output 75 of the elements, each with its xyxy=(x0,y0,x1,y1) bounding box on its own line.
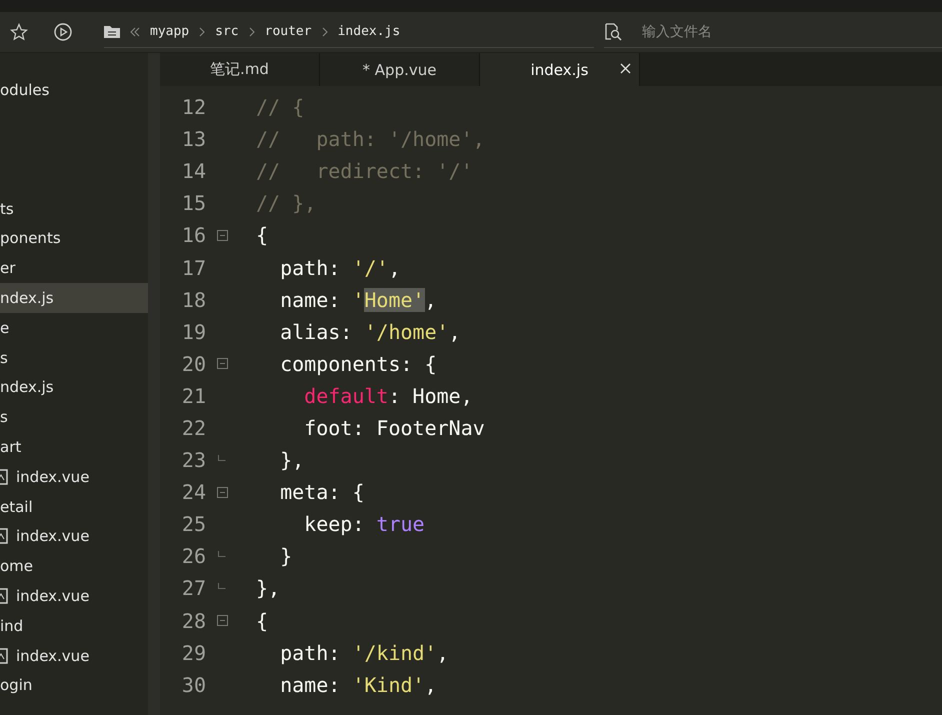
line-number: 14 xyxy=(180,159,206,184)
code-line: name: 'Home', xyxy=(279,288,437,312)
fold-toggle-icon[interactable] xyxy=(216,358,228,370)
line-number: 24 xyxy=(180,480,206,504)
play-icon[interactable] xyxy=(54,23,72,41)
breadcrumb-item[interactable]: index.js xyxy=(338,24,400,39)
chevron-icon xyxy=(199,26,206,36)
line-number: 20 xyxy=(180,352,206,376)
close-icon[interactable] xyxy=(620,63,631,74)
line-number: 18 xyxy=(180,288,206,312)
breadcrumb-item[interactable]: src xyxy=(215,24,239,39)
file-tree-item[interactable]: art xyxy=(0,432,148,462)
file-tree-item[interactable]: s xyxy=(0,402,148,432)
file-tree-item[interactable]: index.vue xyxy=(0,640,148,671)
file-tree-item[interactable]: e xyxy=(0,312,148,343)
code-line: alias: '/home', xyxy=(279,320,461,344)
file-tree-item[interactable]: index.vue xyxy=(0,522,148,552)
line-number: 29 xyxy=(180,640,206,665)
breadcrumb-item[interactable]: myapp xyxy=(150,24,190,39)
code-line: // }, xyxy=(256,191,316,216)
line-number: 15 xyxy=(180,191,206,216)
file-tree-item[interactable]: index.vue xyxy=(0,581,148,611)
line-number: 27 xyxy=(180,576,206,600)
line-number: 21 xyxy=(180,384,206,408)
breadcrumb-item[interactable]: router xyxy=(264,24,312,39)
code-line: keep: true xyxy=(303,512,425,536)
file-tree-item[interactable]: ome xyxy=(0,551,148,582)
line-number: 19 xyxy=(180,320,206,344)
chevron-icon xyxy=(248,26,255,36)
line-number: 26 xyxy=(180,544,206,568)
line-number: 22 xyxy=(180,416,206,440)
code-line: name: 'Kind', xyxy=(279,672,437,697)
line-number: 17 xyxy=(180,256,206,280)
code-line: path: '/', xyxy=(279,256,400,280)
star-icon[interactable] xyxy=(10,23,28,41)
code-line: foot: FooterNav xyxy=(303,416,485,440)
code-line: }, xyxy=(279,448,304,472)
code-line: // redirect: '/' xyxy=(256,159,473,184)
code-line: }, xyxy=(256,576,280,600)
line-number: 25 xyxy=(180,512,206,536)
line-number: 28 xyxy=(180,608,206,633)
file-tree-item[interactable]: odules xyxy=(0,75,148,105)
code-line: // path: '/home', xyxy=(256,127,485,152)
file-tree-item[interactable]: ind xyxy=(0,610,148,641)
file-tree-item[interactable]: index.vue xyxy=(0,462,148,492)
line-number: 23 xyxy=(180,448,206,472)
code-line: default: Home, xyxy=(303,384,473,408)
fold-toggle-icon[interactable] xyxy=(216,230,228,241)
code-line: meta: { xyxy=(279,480,364,504)
line-number: 16 xyxy=(180,223,206,248)
line-number: 12 xyxy=(180,95,206,120)
code-line: // { xyxy=(256,95,304,120)
folder-icon xyxy=(104,25,120,38)
file-tree-item[interactable]: ndex.js xyxy=(0,372,148,402)
line-number: 30 xyxy=(180,672,206,697)
chevron-icon xyxy=(322,26,328,36)
file-tree-item[interactable]: ts xyxy=(0,194,148,224)
fold-toggle-icon[interactable] xyxy=(216,615,228,626)
fold-toggle-icon[interactable] xyxy=(216,486,228,498)
file-tree-item[interactable]: ogin xyxy=(0,670,148,700)
code-line: } xyxy=(279,544,292,568)
code-line: path: '/kind', xyxy=(279,640,449,665)
search-icon xyxy=(604,22,622,40)
code-line: { xyxy=(256,608,268,633)
code-line: { xyxy=(256,223,268,248)
file-search-field[interactable]: 输入文件名 xyxy=(642,20,892,44)
file-tree-item[interactable]: ponents xyxy=(0,224,148,254)
file-tree-item[interactable]: s xyxy=(0,342,148,373)
file-tree-item[interactable]: etail xyxy=(0,492,148,522)
file-tree-item[interactable]: ndex.js xyxy=(0,283,148,313)
double-chevron-icon[interactable] xyxy=(130,26,140,36)
line-number: 13 xyxy=(180,127,206,152)
code-line: components: { xyxy=(279,352,437,376)
file-tree-item[interactable]: er xyxy=(0,253,148,284)
editor-tab[interactable]: index.js xyxy=(480,53,640,86)
